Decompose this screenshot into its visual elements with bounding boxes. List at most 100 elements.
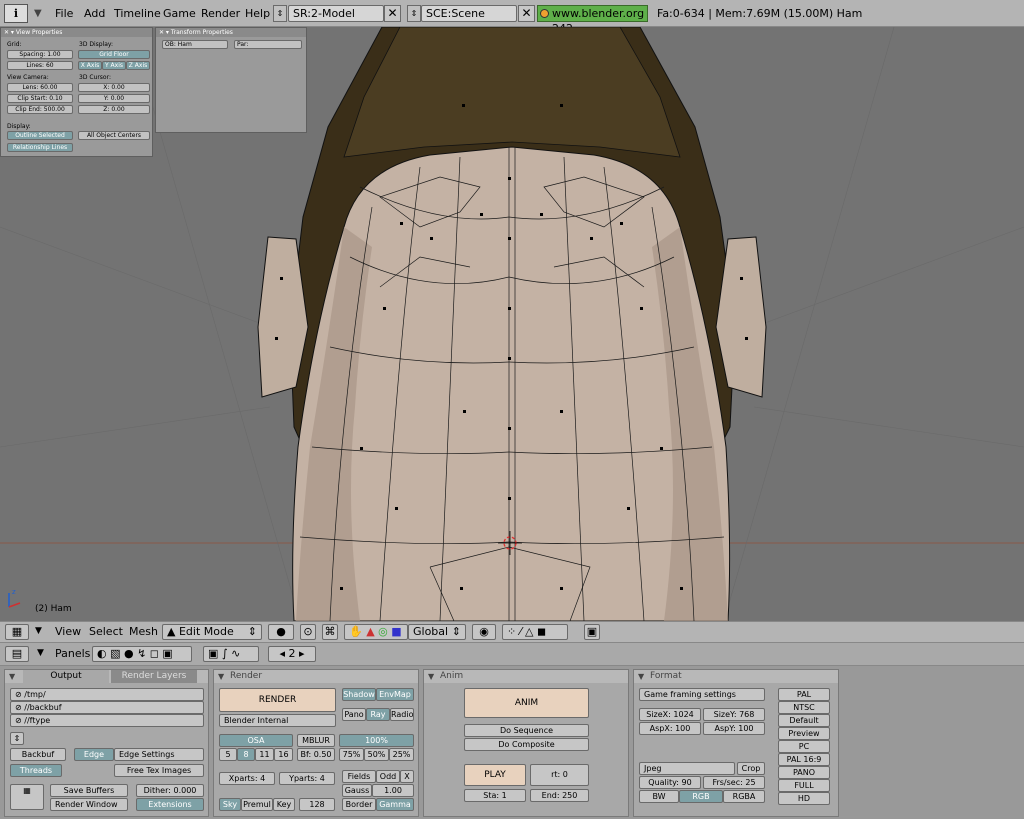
tab-render-layers[interactable]: Render Layers bbox=[111, 670, 197, 683]
preset-full[interactable]: FULL bbox=[778, 779, 830, 792]
chevron-down-icon[interactable]: ▼ bbox=[37, 648, 44, 658]
cursor-x-field[interactable]: X: 0.00 bbox=[78, 83, 150, 92]
lens-field[interactable]: Lens: 60.00 bbox=[7, 83, 73, 92]
radio-toggle[interactable]: Radio bbox=[390, 708, 414, 721]
relationship-lines-toggle[interactable]: Relationship Lines bbox=[7, 143, 73, 152]
pano-toggle[interactable]: Pano bbox=[342, 708, 366, 721]
sky-toggle[interactable]: Sky bbox=[219, 798, 241, 811]
crop-toggle[interactable]: Crop bbox=[737, 762, 765, 775]
border-toggle[interactable]: Border bbox=[342, 798, 376, 811]
snap-icon[interactable]: ⌘ bbox=[322, 624, 338, 640]
anim-button[interactable]: ANIM bbox=[464, 688, 589, 718]
size-50-button[interactable]: 50% bbox=[364, 748, 389, 761]
editor-type-grid-icon[interactable]: ▦ bbox=[5, 624, 29, 640]
format-panel-header[interactable]: ▼ Format bbox=[634, 670, 838, 683]
rt-field[interactable]: rt: 0 bbox=[530, 764, 589, 786]
menu-render[interactable]: Render bbox=[201, 7, 240, 20]
scene-field[interactable]: SCE:Scene bbox=[421, 5, 517, 22]
chevron-down-icon[interactable]: ▼ bbox=[34, 8, 42, 19]
xparts-field[interactable]: Xparts: 4 bbox=[219, 772, 275, 785]
osa-toggle[interactable]: OSA bbox=[219, 734, 293, 747]
buttons-editor-icon[interactable]: ▤ bbox=[5, 646, 29, 662]
size-75-button[interactable]: 75% bbox=[339, 748, 364, 761]
gauss-select[interactable]: Gauss bbox=[342, 784, 372, 797]
bw-toggle[interactable]: BW bbox=[639, 790, 679, 803]
transform-properties-header[interactable]: ✕ ▾ Transform Properties bbox=[156, 28, 306, 37]
y-axis-toggle[interactable]: Y Axis bbox=[102, 61, 126, 70]
osa-16-button[interactable]: 16 bbox=[274, 748, 293, 761]
osa-11-button[interactable]: 11 bbox=[255, 748, 274, 761]
collapse-triangle-icon[interactable]: ▼ bbox=[9, 670, 15, 683]
scene-close-button[interactable]: ✕ bbox=[518, 5, 535, 22]
select-mode-icons[interactable]: ⁘ ⁄ △ ◼ bbox=[502, 624, 568, 640]
x-axis-toggle[interactable]: X Axis bbox=[78, 61, 102, 70]
screen-close-button[interactable]: ✕ bbox=[384, 5, 401, 22]
x-toggle[interactable]: X bbox=[400, 770, 414, 783]
edge-settings-button[interactable]: Edge Settings bbox=[114, 748, 204, 761]
menu-file[interactable]: File bbox=[55, 7, 73, 20]
menu-view[interactable]: View bbox=[55, 625, 81, 638]
rgb-toggle[interactable]: RGB bbox=[679, 790, 723, 803]
lines-field[interactable]: Lines: 60 bbox=[7, 61, 73, 70]
3d-viewport[interactable]: z (2) Ham ✕ ▾ View Properties Grid: Spac… bbox=[0, 27, 1024, 621]
render-button[interactable]: RENDER bbox=[219, 688, 336, 712]
backbuf-path-field[interactable]: ⊘ //backbuf bbox=[10, 701, 204, 714]
render-subcontext-icons[interactable]: ▣ ∫ ∿ bbox=[203, 646, 259, 662]
end-frame-field[interactable]: End: 250 bbox=[530, 789, 589, 802]
render-layout-grid-icon[interactable]: ▦ bbox=[10, 784, 44, 810]
envmap-toggle[interactable]: EnvMap bbox=[376, 688, 414, 701]
backbuf-toggle[interactable]: Backbuf bbox=[10, 748, 66, 761]
yparts-field[interactable]: Yparts: 4 bbox=[279, 772, 335, 785]
render-view-icon[interactable]: ▣ bbox=[584, 624, 600, 640]
bits-select[interactable]: 128 bbox=[299, 798, 335, 811]
menu-timeline[interactable]: Timeline bbox=[114, 7, 161, 20]
clip-start-field[interactable]: Clip Start: 0.10 bbox=[7, 94, 73, 103]
preset-pal[interactable]: PAL bbox=[778, 688, 830, 701]
fields-toggle[interactable]: Fields bbox=[342, 770, 376, 783]
rgba-toggle[interactable]: RGBA bbox=[723, 790, 765, 803]
asp-y-field[interactable]: AspY: 100 bbox=[703, 722, 765, 735]
size-x-field[interactable]: SizeX: 1024 bbox=[639, 708, 701, 721]
preset-pc[interactable]: PC bbox=[778, 740, 830, 753]
output-panel-header[interactable]: ▼ Output Render Layers bbox=[5, 670, 208, 683]
free-tex-images-toggle[interactable]: Free Tex Images bbox=[114, 764, 204, 777]
preset-preview[interactable]: Preview bbox=[778, 727, 830, 740]
spacing-field[interactable]: Spacing: 1.00 bbox=[7, 50, 73, 59]
info-icon[interactable]: i bbox=[4, 4, 28, 23]
preset-hd[interactable]: HD bbox=[778, 792, 830, 805]
edge-toggle[interactable]: Edge bbox=[74, 748, 114, 761]
preset-pano[interactable]: PANO bbox=[778, 766, 830, 779]
view-properties-header[interactable]: ✕ ▾ View Properties bbox=[1, 28, 152, 37]
do-sequence-toggle[interactable]: Do Sequence bbox=[464, 724, 589, 737]
collapse-triangle-icon[interactable]: ▼ bbox=[638, 670, 644, 683]
all-object-centers-toggle[interactable]: All Object Centers bbox=[78, 131, 150, 140]
key-toggle[interactable]: Key bbox=[273, 798, 295, 811]
render-window-select[interactable]: Render Window bbox=[50, 798, 128, 811]
ftype-path-field[interactable]: ⊘ //ftype bbox=[10, 714, 204, 727]
collapse-triangle-icon[interactable]: ▼ bbox=[218, 670, 224, 683]
shadow-toggle[interactable]: Shadow bbox=[342, 688, 376, 701]
screen-browse-icon[interactable]: ⇕ bbox=[273, 5, 287, 22]
play-button[interactable]: PLAY bbox=[464, 764, 526, 786]
save-buffers-toggle[interactable]: Save Buffers bbox=[50, 784, 128, 797]
preset-default[interactable]: Default bbox=[778, 714, 830, 727]
grid-floor-toggle[interactable]: Grid Floor bbox=[78, 50, 150, 59]
start-frame-field[interactable]: Sta: 1 bbox=[464, 789, 526, 802]
premul-toggle[interactable]: Premul bbox=[241, 798, 273, 811]
gamma-toggle[interactable]: Gamma bbox=[376, 798, 414, 811]
blender-url-badge[interactable]: www.blender.org 242 bbox=[537, 5, 648, 35]
collapse-triangle-icon[interactable]: ▼ bbox=[428, 670, 434, 683]
cursor-y-field[interactable]: Y: 0.00 bbox=[78, 94, 150, 103]
mblur-toggle[interactable]: MBLUR bbox=[297, 734, 335, 747]
preset-pal-169[interactable]: PAL 16:9 bbox=[778, 753, 830, 766]
render-panel-header[interactable]: ▼ Render bbox=[214, 670, 418, 683]
render-engine-select[interactable]: Blender Internal bbox=[219, 714, 336, 727]
codec-select[interactable]: Jpeg bbox=[639, 762, 735, 775]
osa-5-button[interactable]: 5 bbox=[219, 748, 237, 761]
menu-help[interactable]: Help bbox=[245, 7, 270, 20]
extensions-toggle[interactable]: Extensions bbox=[136, 798, 204, 811]
size-y-field[interactable]: SizeY: 768 bbox=[703, 708, 765, 721]
draw-type-icon[interactable]: ● bbox=[268, 624, 294, 640]
do-composite-toggle[interactable]: Do Composite bbox=[464, 738, 589, 751]
bf-field[interactable]: Bf: 0.50 bbox=[297, 748, 335, 761]
